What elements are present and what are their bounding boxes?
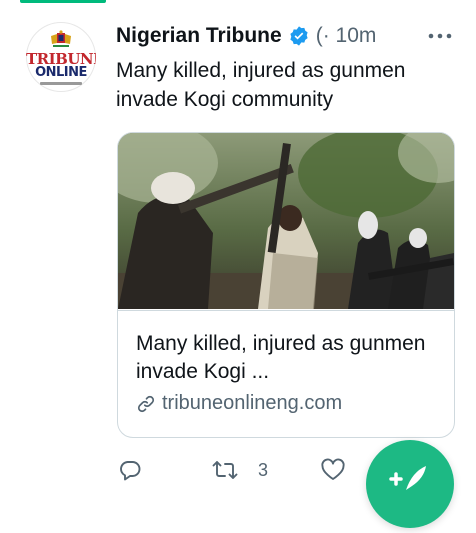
card-image: [118, 133, 454, 309]
author-name[interactable]: Nigerian Tribune: [116, 24, 282, 48]
link-icon: [137, 395, 155, 412]
tweet-text: Many killed, injured as gunmen invade Ko…: [116, 59, 406, 111]
coat-of-arms-icon: [51, 30, 71, 47]
avatar-logo-online: ONLINE: [35, 65, 87, 80]
like-icon: [321, 458, 345, 480]
avatar[interactable]: TRIBUNE ONLINE: [26, 22, 96, 92]
card-domain-text: tribuneonlineng.com: [162, 392, 343, 414]
card-body: Many killed, injured as gunmen invade Ko…: [118, 310, 454, 437]
compose-button[interactable]: [366, 440, 454, 528]
more-icon: [428, 33, 452, 39]
more-button[interactable]: [426, 24, 454, 48]
card-title: Many killed, injured as gunmen invade Ko…: [136, 332, 426, 383]
tweet[interactable]: TRIBUNE ONLINE Nigerian Tribune (· 10m M…: [0, 0, 476, 528]
tweet-header: Nigerian Tribune (· 10m: [116, 22, 376, 50]
compose-icon: [389, 466, 426, 490]
avatar-logo-tagline: [40, 82, 82, 85]
verified-badge-icon: [290, 26, 308, 46]
card-domain: tribuneonlineng.com: [136, 392, 342, 415]
retweet-count: 3: [258, 459, 269, 480]
handle-and-timestamp[interactable]: (· 10m: [316, 24, 377, 48]
reply-icon: [120, 461, 141, 481]
link-card[interactable]: Many killed, injured as gunmen invade Ko…: [117, 132, 455, 438]
retweet-icon: [212, 461, 238, 479]
